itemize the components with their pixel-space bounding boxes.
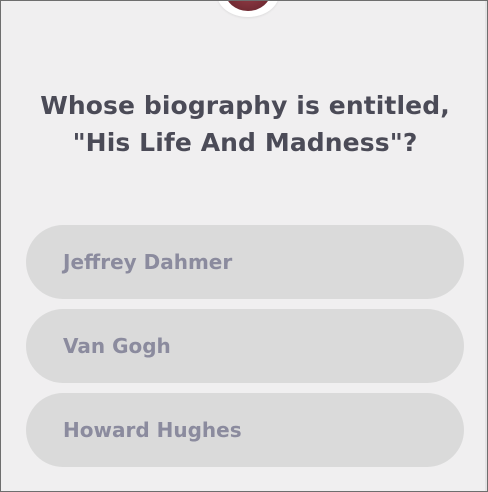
divider xyxy=(485,1,487,491)
answer-option-label: Jeffrey Dahmer xyxy=(63,250,233,274)
quiz-card: Whose biography is entitled, "His Life A… xyxy=(0,0,488,492)
avatar xyxy=(217,1,279,17)
question-text: Whose biography is entitled, "His Life A… xyxy=(40,91,450,157)
answer-option-label: Howard Hughes xyxy=(63,418,242,442)
avatar-image xyxy=(225,1,271,11)
answer-option-3[interactable]: Howard Hughes xyxy=(26,393,464,467)
answer-option-1[interactable]: Jeffrey Dahmer xyxy=(26,225,464,299)
answer-option-2[interactable]: Van Gogh xyxy=(26,309,464,383)
answer-option-label: Van Gogh xyxy=(63,334,171,358)
